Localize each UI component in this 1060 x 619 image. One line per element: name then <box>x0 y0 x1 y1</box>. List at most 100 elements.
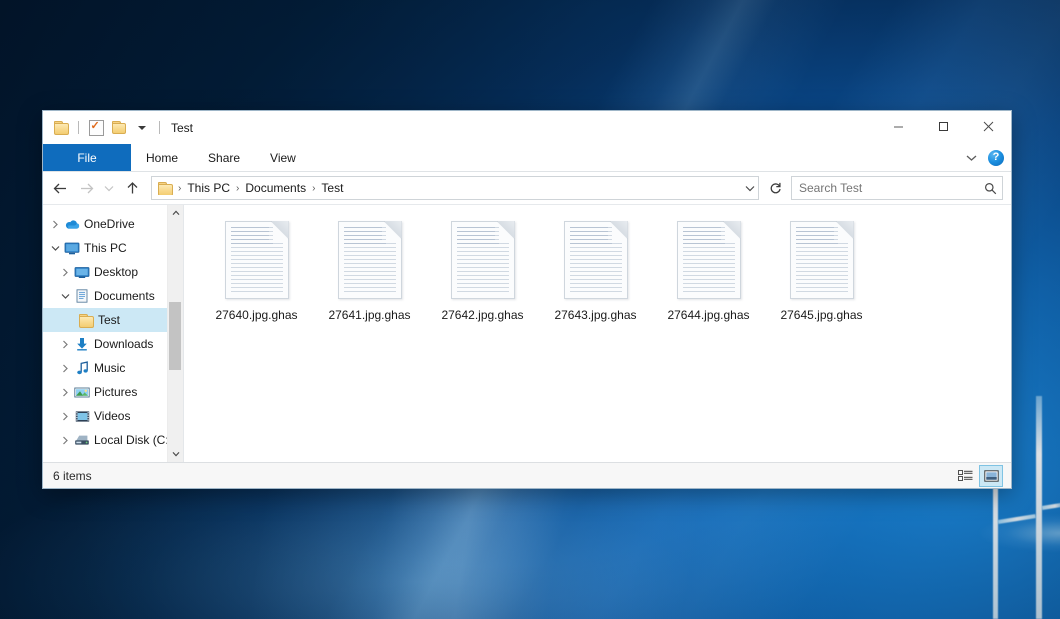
sidebar-item-label: Downloads <box>94 337 153 351</box>
sidebar-item-music[interactable]: Music <box>43 356 183 380</box>
sidebar-item-videos[interactable]: Videos <box>43 404 183 428</box>
downloads-icon <box>73 337 91 351</box>
breadcrumb-separator-0: › <box>176 183 183 194</box>
item-count-label: 6 items <box>53 469 92 483</box>
file-name-label: 27644.jpg.ghas <box>667 308 749 322</box>
list-item[interactable]: 27643.jpg.ghas <box>539 219 652 343</box>
status-bar: 6 items <box>43 462 1011 488</box>
generic-document-icon <box>790 221 854 299</box>
forward-button[interactable] <box>73 176 99 200</box>
breadcrumb-folder-icon <box>157 182 176 195</box>
chevron-right-icon[interactable] <box>47 220 63 229</box>
documents-icon <box>73 289 91 303</box>
generic-document-icon <box>564 221 628 299</box>
window-title: Test <box>171 121 193 135</box>
file-explorer-window: Test File Home Share View <box>42 110 1012 489</box>
search-input[interactable] <box>797 180 984 196</box>
list-item[interactable]: 27644.jpg.ghas <box>652 219 765 343</box>
file-name-label: 27643.jpg.ghas <box>554 308 636 322</box>
sidebar-item-label: Pictures <box>94 385 137 399</box>
recent-locations-button[interactable] <box>99 176 119 200</box>
breadcrumb: › This PC › Documents › Test <box>157 181 741 195</box>
this-pc-icon <box>63 242 81 255</box>
previous-locations-chevron-icon[interactable] <box>741 178 758 198</box>
sidebar-item-label: This PC <box>84 241 127 255</box>
toolbar-separator-1 <box>78 121 79 134</box>
sidebar-item-onedrive[interactable]: OneDrive <box>43 212 183 236</box>
sidebar-item-downloads[interactable]: Downloads <box>43 332 183 356</box>
list-item[interactable]: 27641.jpg.ghas <box>313 219 426 343</box>
breadcrumb-separator-1: › <box>234 183 241 194</box>
search-icon[interactable] <box>984 182 997 195</box>
sidebar-item-label: Music <box>94 361 125 375</box>
sidebar-item-local-disk-c[interactable]: Local Disk (C:) <box>43 428 183 452</box>
scrollbar-track[interactable] <box>168 221 183 446</box>
desktop-wallpaper: Test File Home Share View <box>0 0 1060 619</box>
folder-icon[interactable] <box>51 118 71 138</box>
customize-quick-access-caret-icon[interactable] <box>132 118 152 138</box>
address-bar: › This PC › Documents › Test <box>43 172 1011 205</box>
tab-share[interactable]: Share <box>193 144 255 171</box>
properties-icon[interactable] <box>86 118 106 138</box>
chevron-right-icon[interactable] <box>57 388 73 397</box>
breadcrumb-item-test[interactable]: Test <box>317 181 347 195</box>
scroll-up-arrow-icon[interactable] <box>168 205 183 221</box>
generic-document-icon <box>677 221 741 299</box>
help-icon[interactable]: ? <box>988 150 1004 166</box>
sidebar-item-pictures[interactable]: Pictures <box>43 380 183 404</box>
details-view-button[interactable] <box>953 465 977 487</box>
search-box[interactable] <box>791 176 1003 200</box>
sidebar-item-label: Local Disk (C:) <box>94 433 173 447</box>
list-item[interactable]: 27640.jpg.ghas <box>200 219 313 343</box>
chevron-down-icon[interactable] <box>57 293 73 300</box>
window-controls <box>876 111 1011 141</box>
tab-view[interactable]: View <box>255 144 311 171</box>
file-name-label: 27641.jpg.ghas <box>328 308 410 322</box>
tab-file[interactable]: File <box>43 144 131 171</box>
title-bar: Test <box>43 111 1011 144</box>
navigation-pane-scrollbar[interactable] <box>167 205 183 462</box>
breadcrumb-separator-2: › <box>310 183 317 194</box>
music-icon <box>73 361 91 375</box>
videos-icon <box>73 410 91 423</box>
quick-access-toolbar: Test <box>43 118 193 138</box>
up-button[interactable] <box>119 176 145 200</box>
tab-home[interactable]: Home <box>131 144 193 171</box>
sidebar-item-label: Documents <box>94 289 155 303</box>
pictures-icon <box>73 386 91 399</box>
scroll-down-arrow-icon[interactable] <box>168 446 183 462</box>
sidebar-item-test[interactable]: Test <box>43 308 183 332</box>
explorer-body: OneDrive This PC <box>43 205 1011 462</box>
back-button[interactable] <box>47 176 73 200</box>
chevron-right-icon[interactable] <box>57 364 73 373</box>
new-folder-icon[interactable] <box>109 118 129 138</box>
refresh-icon[interactable] <box>763 176 787 200</box>
breadcrumb-item-this-pc[interactable]: This PC <box>183 181 234 195</box>
scrollbar-thumb[interactable] <box>169 302 181 370</box>
chevron-down-icon[interactable] <box>47 245 63 252</box>
sidebar-item-label: Desktop <box>94 265 138 279</box>
file-name-label: 27645.jpg.ghas <box>780 308 862 322</box>
sidebar-item-this-pc[interactable]: This PC <box>43 236 183 260</box>
minimize-button[interactable] <box>876 111 921 141</box>
breadcrumb-item-documents[interactable]: Documents <box>241 181 310 195</box>
list-item[interactable]: 27642.jpg.ghas <box>426 219 539 343</box>
chevron-right-icon[interactable] <box>57 340 73 349</box>
sidebar-item-label: Test <box>98 313 120 327</box>
chevron-right-icon[interactable] <box>57 412 73 421</box>
navigation-pane: OneDrive This PC <box>43 205 183 462</box>
maximize-button[interactable] <box>921 111 966 141</box>
chevron-down-icon[interactable] <box>960 148 982 168</box>
list-item[interactable]: 27645.jpg.ghas <box>765 219 878 343</box>
generic-document-icon <box>225 221 289 299</box>
close-button[interactable] <box>966 111 1011 141</box>
chevron-right-icon[interactable] <box>57 268 73 277</box>
sidebar-item-documents[interactable]: Documents <box>43 284 183 308</box>
sidebar-item-desktop[interactable]: Desktop <box>43 260 183 284</box>
file-name-label: 27642.jpg.ghas <box>441 308 523 322</box>
address-path-box[interactable]: › This PC › Documents › Test <box>151 176 759 200</box>
chevron-right-icon[interactable] <box>57 436 73 445</box>
onedrive-icon <box>63 218 81 230</box>
file-list-view[interactable]: 27640.jpg.ghas 27641.jpg.ghas <box>183 205 1011 462</box>
large-icons-view-button[interactable] <box>979 465 1003 487</box>
